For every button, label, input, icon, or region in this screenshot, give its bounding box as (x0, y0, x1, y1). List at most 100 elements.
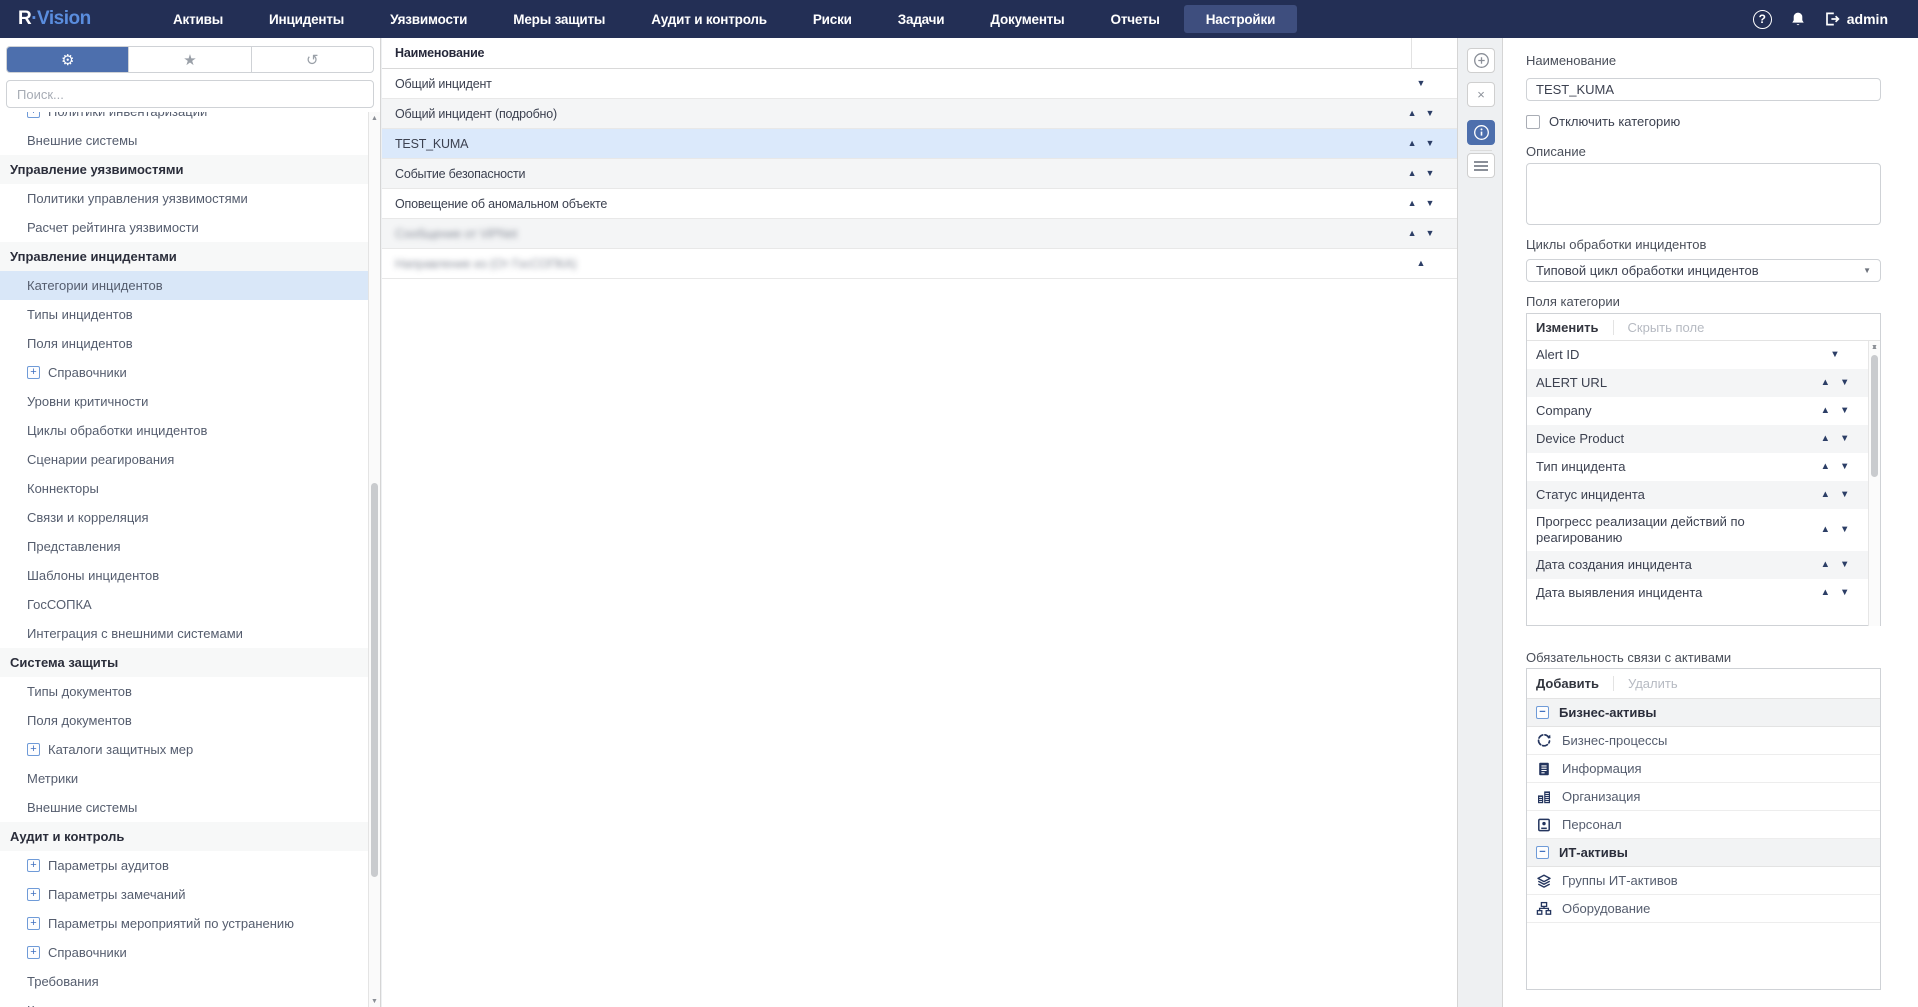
nav-item[interactable]: Риски (791, 5, 874, 33)
move-up-icon[interactable]: ▲ (1821, 406, 1830, 416)
move-down-icon[interactable]: ▼ (1417, 79, 1426, 88)
hide-field-button[interactable]: Скрыть поле (1613, 320, 1719, 335)
expand-plus-icon[interactable]: + (27, 366, 40, 379)
field-row[interactable]: ALERT URL ▲ ▼ (1527, 369, 1880, 397)
delete-category-button[interactable]: × (1467, 82, 1495, 107)
nav-item[interactable]: Отчеты (1089, 5, 1182, 33)
field-row[interactable]: Дата выявления инцидента ▲ ▼ (1527, 579, 1880, 607)
sidebar-item[interactable]: + Справочники (0, 358, 368, 387)
sidebar-scrollbar[interactable]: ▲ ▼ (368, 112, 380, 1007)
sidebar-item[interactable]: + Поля документов (0, 706, 368, 735)
sidebar-item[interactable]: + Внешние системы (0, 126, 368, 155)
field-row[interactable]: Company ▲ ▼ (1527, 397, 1880, 425)
fields-scrollbar[interactable]: ▲ ▼ (1868, 341, 1880, 626)
field-row[interactable]: Дата создания инцидента ▲ ▼ (1527, 551, 1880, 579)
user-menu[interactable]: admin (1824, 11, 1888, 27)
expand-plus-icon[interactable]: + (27, 888, 40, 901)
nav-item[interactable]: Задачи (876, 5, 967, 33)
sidebar-item[interactable]: + Параметры аудитов (0, 851, 368, 880)
move-up-icon[interactable]: ▲ (1821, 560, 1830, 570)
sidebar-item[interactable]: + Метрики (0, 764, 368, 793)
nav-item[interactable]: Документы (968, 5, 1086, 33)
nav-item[interactable]: Активы (151, 5, 245, 33)
scroll-down-icon[interactable]: ▼ (1869, 341, 1880, 353)
nav-item[interactable]: Инциденты (247, 5, 366, 33)
sidebar-item[interactable]: + Контрольные проверки (0, 996, 368, 1007)
move-down-icon[interactable]: ▼ (1840, 378, 1849, 388)
sidebar-item[interactable]: + Типы инцидентов (0, 300, 368, 329)
field-row[interactable]: Статус инцидента ▲ ▼ (1527, 481, 1880, 509)
add-asset-button[interactable]: Добавить (1527, 676, 1613, 691)
sidebar-item[interactable]: + Типы документов (0, 677, 368, 706)
category-row[interactable]: Общий инцидент ▲ ▼ (382, 69, 1457, 99)
move-up-icon[interactable]: ▲ (1821, 462, 1830, 472)
category-row[interactable]: Направление из (От ГосСОПКА) ▲ ▼ (382, 249, 1457, 279)
expand-plus-icon[interactable]: + (27, 859, 40, 872)
category-row[interactable]: Общий инцидент (подробно) ▲ ▼ (382, 99, 1457, 129)
sidebar-item[interactable]: + Уровни критичности (0, 387, 368, 416)
nav-item[interactable]: Уязвимости (368, 5, 489, 33)
category-row[interactable]: TEST_KUMA ▲ ▼ (382, 129, 1457, 159)
checkbox-unchecked-icon[interactable] (1526, 115, 1540, 129)
sidebar-item[interactable]: + Связи и корреляция (0, 503, 368, 532)
move-down-icon[interactable]: ▼ (1840, 588, 1849, 598)
category-row[interactable]: Событие безопасности ▲ ▼ (382, 159, 1457, 189)
move-up-icon[interactable]: ▲ (1408, 199, 1417, 208)
move-up-icon[interactable]: ▲ (1821, 588, 1830, 598)
move-down-icon[interactable]: ▼ (1426, 199, 1435, 208)
tab-settings[interactable]: ⚙ (7, 47, 129, 72)
expand-plus-icon[interactable]: + (27, 946, 40, 959)
move-up-icon[interactable]: ▲ (1417, 259, 1426, 268)
sidebar-item[interactable]: + Сценарии реагирования (0, 445, 368, 474)
scroll-down-icon[interactable]: ▼ (369, 995, 380, 1007)
bell-icon[interactable] (1790, 11, 1806, 28)
asset-item-information[interactable]: Информация (1527, 755, 1880, 783)
expand-plus-icon[interactable]: + (27, 743, 40, 756)
move-down-icon[interactable]: ▼ (1840, 434, 1849, 444)
asset-item-personnel[interactable]: Персонал (1527, 811, 1880, 839)
expand-plus-icon[interactable]: + (27, 112, 40, 118)
remove-asset-button[interactable]: Удалить (1613, 676, 1692, 691)
scroll-up-icon[interactable]: ▲ (369, 112, 380, 124)
sidebar-item[interactable]: + Интеграция с внешними системами (0, 619, 368, 648)
sidebar-item[interactable]: + Представления (0, 532, 368, 561)
field-row[interactable]: Прогресс реализации действий по реагиров… (1527, 509, 1880, 551)
asset-item-business-processes[interactable]: Бизнес-процессы (1527, 727, 1880, 755)
rvision-logo[interactable]: R·Vision (0, 8, 150, 30)
move-down-icon[interactable]: ▼ (1840, 560, 1849, 570)
collapse-minus-icon[interactable]: − (1536, 706, 1549, 719)
nav-item[interactable]: Меры защиты (491, 5, 627, 33)
category-row[interactable]: Оповещение об аномальном объекте ▲ ▼ (382, 189, 1457, 219)
collapse-minus-icon[interactable]: − (1536, 846, 1549, 859)
move-down-icon[interactable]: ▼ (1426, 229, 1435, 238)
sidebar-item[interactable]: + Требования (0, 967, 368, 996)
asset-item-it-groups[interactable]: Группы ИТ-активов (1527, 867, 1880, 895)
tab-history[interactable]: ↺ (252, 47, 373, 72)
sidebar-item[interactable]: + Внешние системы (0, 793, 368, 822)
sidebar-item[interactable]: + Справочники (0, 938, 368, 967)
help-icon[interactable]: ? (1753, 10, 1772, 29)
move-up-icon[interactable]: ▲ (1821, 490, 1830, 500)
field-row[interactable]: Device Product ▲ ▼ (1527, 425, 1880, 453)
move-down-icon[interactable]: ▼ (1840, 490, 1849, 500)
name-input[interactable] (1526, 78, 1881, 101)
table-header[interactable]: Наименование (382, 38, 1457, 69)
sidebar-search-input[interactable] (6, 80, 374, 108)
move-up-icon[interactable]: ▲ (1408, 109, 1417, 118)
list-view-button[interactable] (1467, 153, 1495, 178)
asset-item-equipment[interactable]: Оборудование (1527, 895, 1880, 923)
move-up-icon[interactable]: ▲ (1821, 378, 1830, 388)
sidebar-item[interactable]: + Параметры замечаний (0, 880, 368, 909)
move-up-icon[interactable]: ▲ (1408, 169, 1417, 178)
expand-plus-icon[interactable]: + (27, 917, 40, 930)
info-panel-button[interactable] (1467, 120, 1495, 145)
move-down-icon[interactable]: ▼ (1426, 109, 1435, 118)
move-down-icon[interactable]: ▼ (1426, 169, 1435, 178)
edit-field-button[interactable]: Изменить (1527, 320, 1613, 335)
move-down-icon[interactable]: ▼ (1426, 139, 1435, 148)
sidebar-item[interactable]: + Поля инцидентов (0, 329, 368, 358)
description-textarea[interactable] (1526, 163, 1881, 225)
field-row[interactable]: Alert ID ▲ ▼ (1527, 341, 1880, 369)
sidebar-item[interactable]: + Параметры мероприятий по устранению (0, 909, 368, 938)
sidebar-item[interactable]: + Политики инвентаризации (0, 112, 368, 126)
